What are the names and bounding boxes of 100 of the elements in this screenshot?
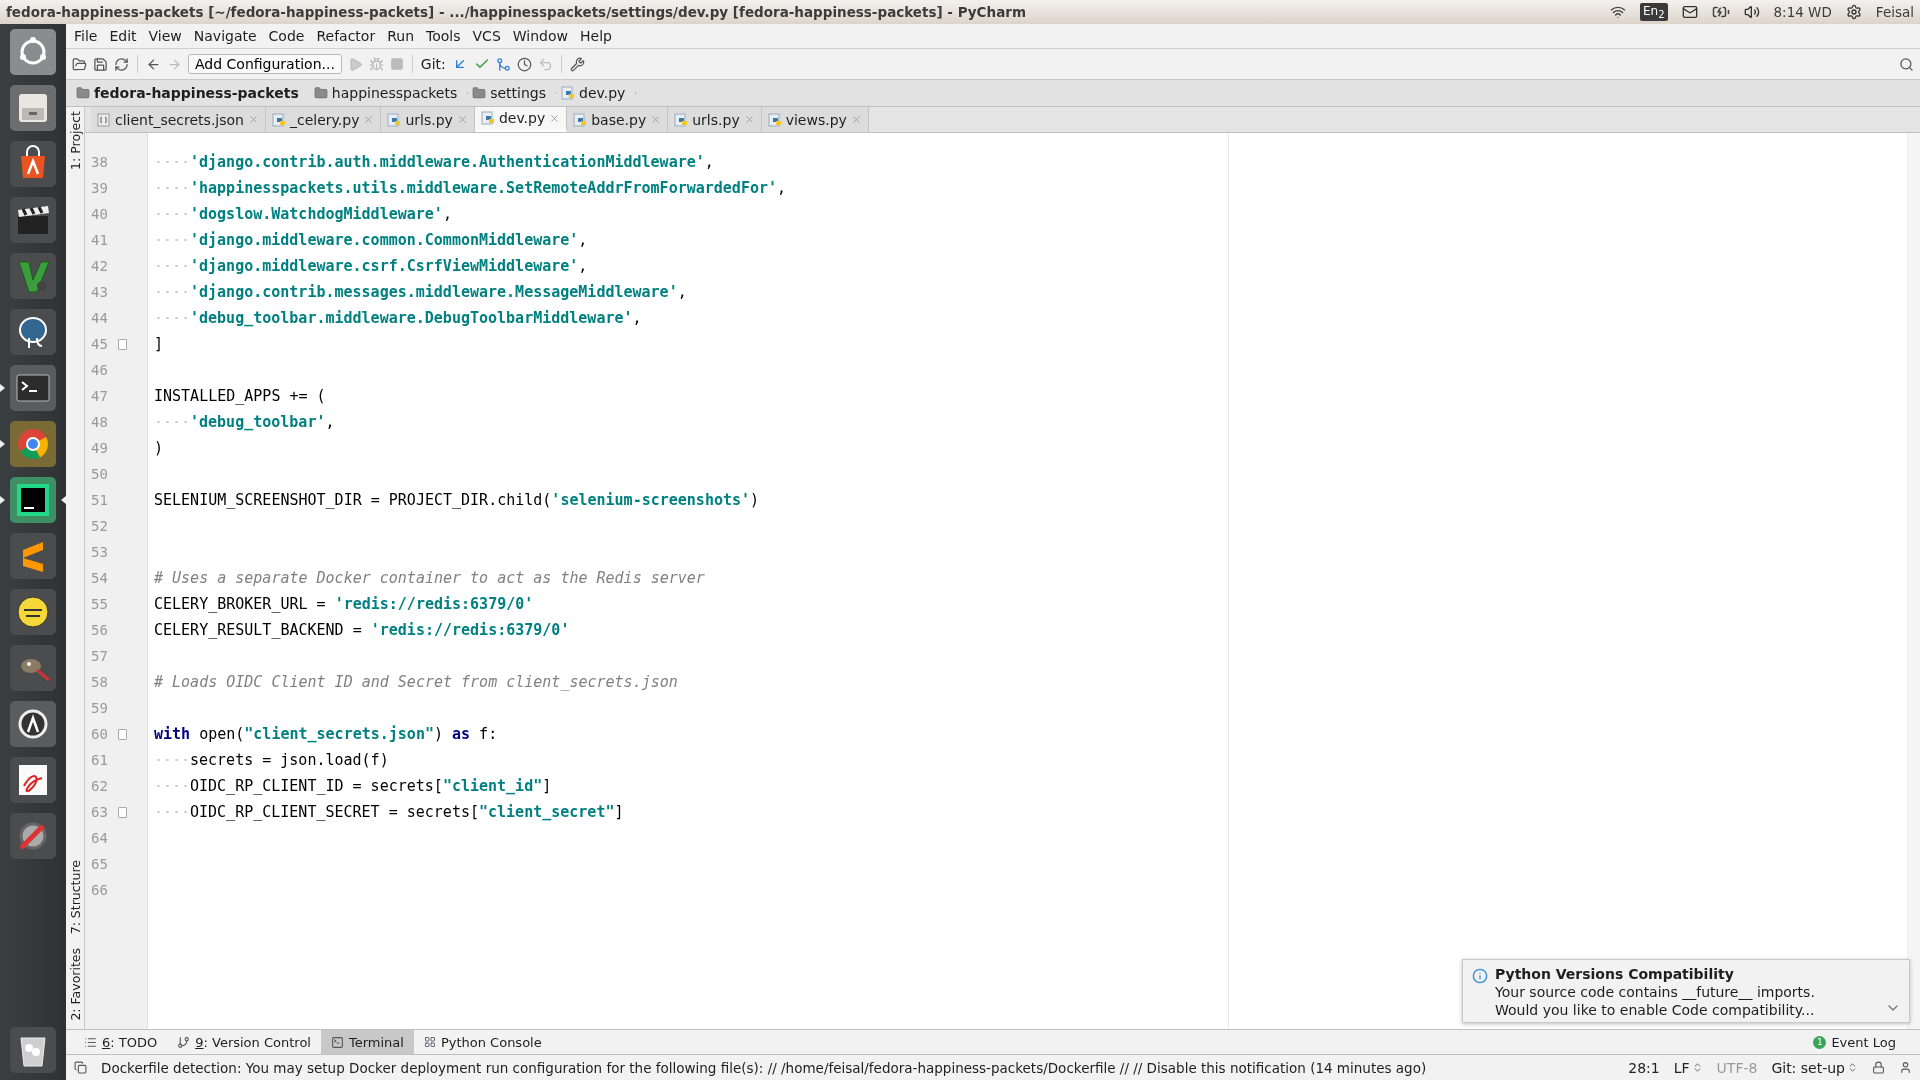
menu-item[interactable]: File — [68, 28, 104, 44]
line-number: 39 — [90, 179, 109, 198]
window-icon[interactable] — [74, 1061, 87, 1074]
file-tab[interactable]: client_secrets.json — [91, 107, 266, 132]
trash-icon[interactable] — [9, 1026, 57, 1074]
side-tool-tab[interactable]: 2: Favorites — [67, 948, 83, 1021]
side-tool-tab[interactable]: 1: Project — [67, 111, 83, 170]
mail-icon[interactable] — [1681, 4, 1698, 20]
ide-icon[interactable] — [9, 476, 57, 524]
file-tab[interactable]: urls.py — [668, 107, 762, 132]
back-icon[interactable] — [146, 56, 161, 72]
line-number: 48 — [90, 413, 109, 432]
notification-title: Python Versions Compatibility — [1495, 966, 1735, 982]
window-title: fedora-happiness-packets [~/fedora-happiness-packets] - .../happinesspackets/settings/dev.py [fedora-happiness-packets] - PyCharm — [6, 4, 1027, 20]
line-number: 56 — [90, 621, 109, 640]
code-token: 'debug_toolbar.middleware.DebugToolbarMiddleware' — [190, 308, 633, 329]
sync-icon[interactable] — [114, 56, 129, 72]
menu-item[interactable]: Navigate — [187, 28, 263, 44]
python-file-icon — [561, 86, 575, 100]
scrollbar[interactable] — [1907, 133, 1920, 1029]
terminal-icon[interactable] — [9, 364, 57, 412]
status-message[interactable]: Dockerfile detection: You may setup Docker deployment run configuration for the following file(s): // /home/feisal/fedora-happiness-packets/Dockerfile // // Disable this notification (14 minutes ago) — [101, 1059, 1615, 1076]
status-badge-icon[interactable] — [9, 588, 57, 636]
breadcrumb[interactable]: fedora-happiness-packets — [72, 85, 310, 101]
check-mark-icon[interactable] — [9, 252, 57, 300]
code-token: CELERY_RESULT_BACKEND = — [154, 620, 363, 641]
history-icon[interactable] — [516, 56, 532, 72]
volume-icon[interactable] — [1743, 4, 1760, 20]
side-tool-tab[interactable]: 7: Structure — [67, 860, 83, 935]
save-icon[interactable] — [93, 56, 108, 72]
file-tab[interactable]: views.py — [761, 107, 869, 132]
menu-item[interactable]: View — [142, 28, 188, 44]
menu-item[interactable]: Run — [381, 28, 421, 44]
breadcrumb[interactable]: happinesspackets — [309, 85, 469, 101]
update-icon[interactable] — [9, 700, 57, 748]
fold-marker[interactable] — [118, 729, 127, 740]
add-configuration-button[interactable]: Add Configuration... — [188, 54, 342, 74]
line-number: 60 — [85, 721, 147, 747]
code-token: # Loads OIDC Client ID and Secret from client_secrets.json — [154, 672, 678, 693]
python-file-icon — [387, 112, 402, 127]
file-tab[interactable]: dev.py — [474, 107, 568, 132]
user-name[interactable]: Feisal — [1875, 4, 1914, 20]
line-number: 58 — [90, 673, 109, 692]
open-folder-icon[interactable] — [72, 56, 87, 72]
menu-item[interactable]: Help — [574, 28, 618, 44]
tool-window-tab[interactable]: Terminal — [320, 1030, 414, 1054]
code-token: 'django.middleware.common.CommonMiddleware' — [190, 230, 579, 251]
fold-marker[interactable] — [118, 339, 127, 350]
file-tab[interactable]: urls.py — [381, 107, 475, 132]
line-number: 47 — [90, 387, 109, 406]
up-down-arrows-icon[interactable] — [1847, 1062, 1858, 1073]
file-tab[interactable]: _celery.py — [266, 107, 382, 132]
python-file-icon — [767, 112, 782, 127]
clapperboard-icon[interactable] — [9, 196, 57, 244]
menu-item[interactable]: Refactor — [310, 28, 382, 44]
line-number: 59 — [90, 699, 109, 718]
s-shape-icon[interactable] — [9, 532, 57, 580]
breadcrumb[interactable]: dev.py — [557, 85, 637, 101]
git-branch-selector[interactable]: Git: set-up — [1771, 1059, 1845, 1076]
terminal-icon — [330, 1035, 344, 1049]
count-badge: 1 — [1813, 1035, 1827, 1049]
browser-icon[interactable] — [9, 420, 57, 468]
keyboard-layout-indicator[interactable]: En$_{2}$ — [1639, 2, 1668, 22]
lock-icon[interactable] — [1872, 1061, 1885, 1074]
line-number: 52 — [90, 517, 109, 536]
fold-marker[interactable] — [118, 807, 127, 818]
caret-position[interactable]: 28:1 — [1628, 1059, 1660, 1076]
code-token: , — [632, 308, 642, 329]
code-token: SELENIUM_SCREENSHOT_DIR = PROJECT_DIR.child( — [154, 490, 552, 511]
tool-window-tab[interactable]: 6: TODO — [74, 1030, 168, 1054]
wifi-icon[interactable] — [1609, 4, 1626, 20]
menu-item[interactable]: Code — [262, 28, 311, 44]
tool-window-tab[interactable]: Python Console — [413, 1030, 552, 1054]
line-number: 51 — [90, 491, 109, 510]
menu-item[interactable]: Tools — [420, 28, 467, 44]
code-token: CELERY_BROKER_URL = — [154, 594, 327, 615]
shopping-bag-icon[interactable] — [9, 140, 57, 188]
document-icon[interactable] — [9, 756, 57, 804]
line-separator-selector[interactable]: LF — [1673, 1059, 1690, 1076]
circle-logo-icon[interactable] — [9, 28, 57, 76]
line-number: 49 — [90, 439, 109, 458]
menu-item[interactable]: Window — [506, 28, 574, 44]
file-drawer-icon[interactable] — [9, 84, 57, 132]
clock[interactable]: 8:14 WD — [1773, 4, 1832, 20]
wrench-icon[interactable] — [569, 56, 585, 72]
breadcrumb[interactable]: settings — [468, 85, 557, 101]
line-number: 63 — [85, 799, 147, 825]
paintbrush-icon[interactable] — [9, 644, 57, 692]
tool-window-tab[interactable]: 9: Version Control — [167, 1030, 321, 1054]
folder-icon — [472, 86, 487, 100]
event-log-button[interactable]: 1 Event Log — [1789, 1030, 1920, 1054]
search-icon[interactable] — [1899, 56, 1914, 72]
merge-icon[interactable] — [495, 56, 511, 72]
menu-item[interactable]: VCS — [466, 28, 507, 44]
settings-icon[interactable] — [1845, 4, 1862, 20]
file-tab[interactable]: base.py — [567, 107, 669, 132]
tools-icon[interactable] — [9, 812, 57, 860]
person-icon[interactable] — [1899, 1061, 1912, 1074]
menu-item[interactable]: Edit — [103, 28, 143, 44]
code-token: , — [777, 178, 787, 199]
